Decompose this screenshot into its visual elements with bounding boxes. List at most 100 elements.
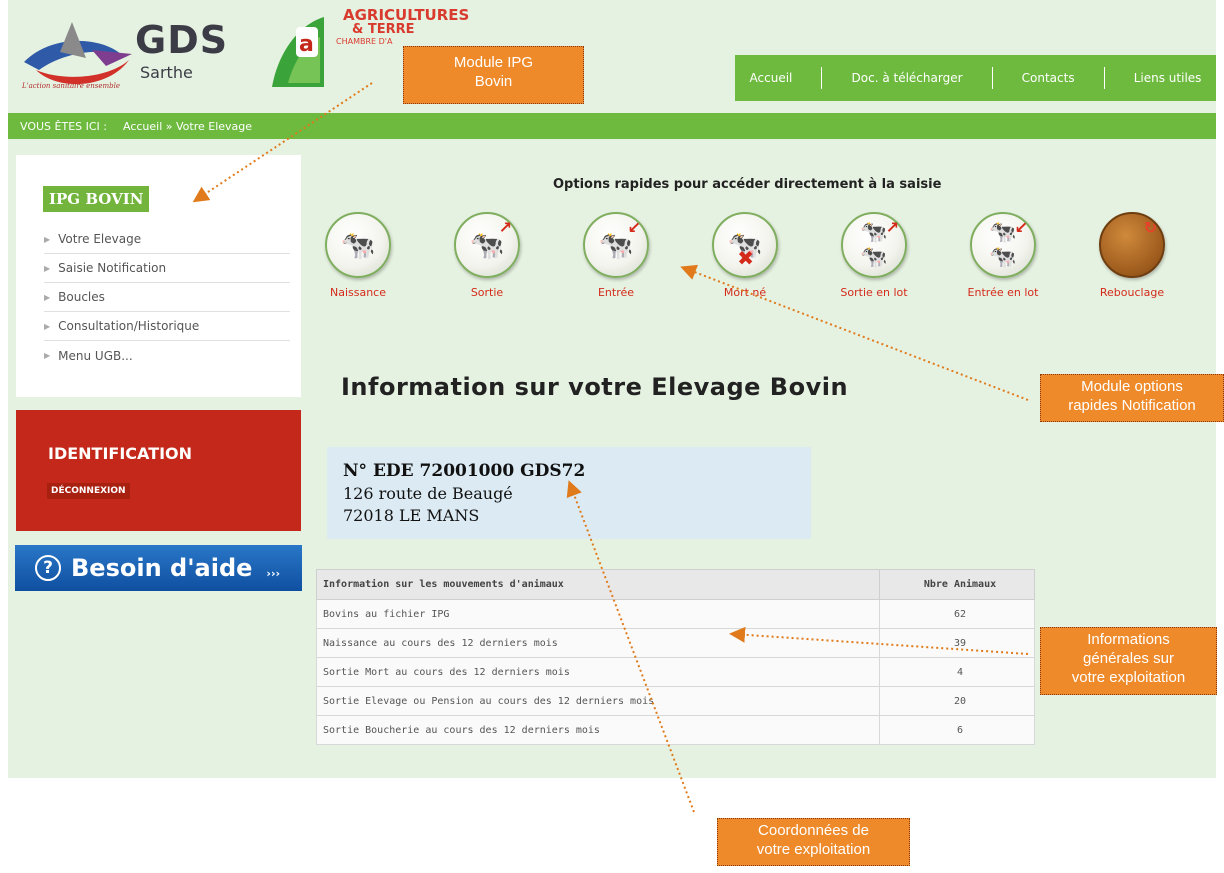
cow-entry-icon: 🐄 ↙ [583,212,649,278]
callout-line: Module IPG [453,54,534,71]
callout-line: Module options [1081,378,1183,395]
stillborn-icon: 🐄 ✖ [712,212,778,278]
bullet-icon: ▶ [44,234,51,244]
callout-line: votre exploitation [1071,669,1186,686]
gds-tagline: L'action sanitaire ensemble [22,82,121,90]
sidebar-item-boucles[interactable]: ▶ Boucles [44,283,290,312]
help-icon: ? [35,555,61,581]
nav-accueil[interactable]: Accueil [750,71,793,85]
help-label: Besoin d'aide [71,554,253,582]
page-title: Information sur votre Elevage Bovin [341,373,849,401]
nav-separator [1103,67,1105,89]
quick-label: Sortie en lot [840,286,908,299]
help-dots: ››› [266,566,281,580]
herd-entry-icon: 🐄🐄 ↙ [970,212,1036,278]
quick-naissance[interactable]: 🐄 Naissance [303,212,413,299]
callout-coords: Coordonnées de votre exploitation [717,818,910,866]
table-cell: Bovins au fichier IPG [316,599,880,629]
agricultures-logo-icon[interactable]: a [268,13,328,89]
breadcrumb-path[interactable]: Accueil » Votre Elevage [123,120,252,133]
bullet-icon: ▶ [44,292,51,302]
help-button[interactable]: ? Besoin d'aide ››› [15,545,302,591]
breadcrumb-label: VOUS ÊTES ICI : [20,119,107,133]
bullet-icon: ▶ [44,351,51,360]
sidebar-item-label: Saisie Notification [58,261,167,275]
callout-infos: Informations générales sur votre exploit… [1040,627,1217,695]
quick-options-title: Options rapides pour accéder directement… [553,177,942,192]
table-row: Naissance au cours des 12 derniers mois … [316,628,1035,658]
table-cell: 39 [879,628,1035,658]
table-row: Sortie Boucherie au cours des 12 dernier… [316,715,1035,745]
movements-table: Information sur les mouvements d'animaux… [316,569,1035,745]
table-header: Nbre Animaux [879,569,1035,600]
nav-contacts[interactable]: Contacts [1022,71,1075,85]
herd-exit-icon: 🐄🐄 ↗ [841,212,907,278]
callout-line: Informations [1087,631,1170,648]
table-cell: Sortie Elevage ou Pension au cours des 1… [316,686,880,716]
identification-title: IDENTIFICATION [48,444,193,463]
sidebar-title: IPG BOVIN [43,186,150,212]
nav-liens[interactable]: Liens utiles [1134,71,1202,85]
quick-sortie[interactable]: 🐄 ↗ Sortie [432,212,542,299]
sidebar-item-label: Votre Elevage [58,232,142,246]
table-row: Sortie Mort au cours des 12 derniers moi… [316,657,1035,687]
quick-mort-ne[interactable]: 🐄 ✖ Mort né [690,212,800,299]
nav-docs[interactable]: Doc. à télécharger [852,71,963,85]
callout-line: générales sur [1083,650,1174,667]
callout-module-options: Module options rapides Notification [1040,374,1224,422]
quick-label: Mort né [723,286,767,299]
quick-rebouclage[interactable]: ↻ Rebouclage [1077,212,1187,299]
ear-tag-icon: ↻ [1099,212,1165,278]
sidebar-item-label: Boucles [58,290,105,304]
identification-panel: IDENTIFICATION DÉCONNEXION [16,410,301,531]
agri-small: CHAMBRE D'A [336,37,393,46]
address-box: N° EDE 72001000 GDS72 126 route de Beaug… [327,447,811,539]
bullet-icon: ▶ [44,321,51,331]
table-cell: 62 [879,599,1035,629]
callout-module-ipg: Module IPG Bovin [403,46,584,104]
ede-number: N° EDE 72001000 GDS72 [343,461,586,481]
quick-label: Entrée [597,286,635,299]
table-cell: 4 [879,657,1035,687]
nav-separator [821,67,823,89]
sidebar-item-menu-ugb[interactable]: ▶ Menu UGB... [44,341,290,370]
table-row: Bovins au fichier IPG 62 [316,599,1035,629]
top-nav: Accueil Doc. à télécharger Contacts Lien… [735,55,1216,101]
table-header-row: Information sur les mouvements d'animaux… [316,569,1035,600]
sidebar-item-label: Consultation/Historique [58,319,200,333]
bullet-icon: ▶ [44,263,51,273]
table-cell: Sortie Boucherie au cours des 12 dernier… [316,715,880,745]
quick-sortie-lot[interactable]: 🐄🐄 ↗ Sortie en lot [819,212,929,299]
gds-sub: Sarthe [140,63,193,82]
quick-label: Rebouclage [1099,286,1165,299]
cow-exit-icon: 🐄 ↗ [454,212,520,278]
calf-icon: 🐄 [325,212,391,278]
agri-sub: & TERRE [352,22,415,37]
svg-text:a: a [299,32,314,57]
table-cell: Naissance au cours des 12 derniers mois [316,628,880,658]
callout-line: votre exploitation [756,841,871,858]
table-cell: 20 [879,686,1035,716]
sidebar-item-consultation[interactable]: ▶ Consultation/Historique [44,312,290,341]
table-cell: 6 [879,715,1035,745]
quick-label: Sortie [470,286,504,299]
table-cell: Sortie Mort au cours des 12 derniers moi… [316,657,880,687]
nav-separator [991,67,993,89]
quick-entree-lot[interactable]: 🐄🐄 ↙ Entrée en lot [948,212,1058,299]
callout-line: Coordonnées de [758,822,869,839]
sidebar-item-label: Menu UGB... [58,348,133,363]
breadcrumb: VOUS ÊTES ICI : Accueil » Votre Elevage [8,113,1216,139]
quick-label: Entrée en lot [967,286,1039,299]
logout-button[interactable]: DÉCONNEXION [47,483,130,499]
sidebar-item-votre-elevage[interactable]: ▶ Votre Elevage [44,225,290,254]
sidebar-item-saisie-notification[interactable]: ▶ Saisie Notification [44,254,290,283]
quick-entree[interactable]: 🐄 ↙ Entrée [561,212,671,299]
table-row: Sortie Elevage ou Pension au cours des 1… [316,686,1035,716]
table-header: Information sur les mouvements d'animaux [316,569,880,600]
gds-name: GDS [135,18,229,62]
callout-line: rapides Notification [1068,397,1196,414]
quick-label: Naissance [329,286,386,299]
address-line-2: 72018 LE MANS [343,506,480,525]
address-line-1: 126 route de Beaugé [343,484,513,503]
sidebar-menu: IPG BOVIN ▶ Votre Elevage ▶ Saisie Notific… [16,155,301,397]
